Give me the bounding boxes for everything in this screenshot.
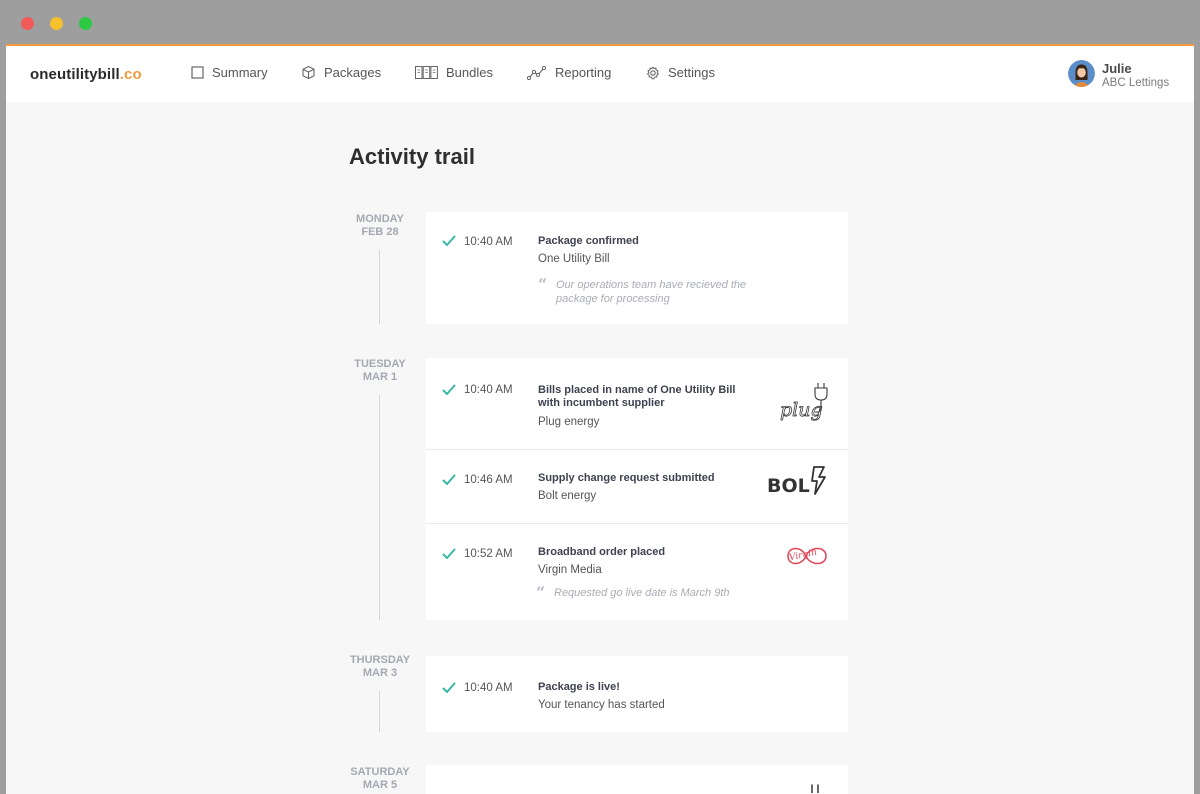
bolt-logo-icon: BOL <box>766 466 828 503</box>
entry-title: Package is live! <box>538 681 620 693</box>
day-weekday: SATURDAY <box>350 766 410 778</box>
nav-packages-label: Packages <box>324 65 382 80</box>
nav-summary-label: Summary <box>212 65 268 80</box>
entry-subtitle: Plug energy <box>538 416 600 428</box>
window-titlebar <box>6 0 1194 44</box>
activity-entry[interactable]: 10:52 AM Broadband order placed Virgin M… <box>426 524 848 620</box>
entry-title: Supply change request submitted <box>538 472 715 484</box>
plug-logo-icon: plug <box>778 380 828 429</box>
entry-time: 10:46 AM <box>464 474 513 486</box>
check-icon <box>442 384 456 395</box>
check-icon <box>442 474 456 485</box>
maximize-window-button[interactable] <box>79 17 92 30</box>
svg-text:BOL: BOL <box>767 475 810 497</box>
virgin-media-logo-icon: Virgin <box>782 540 830 577</box>
quote-icon: “ <box>538 275 548 294</box>
nav-reporting[interactable]: Reporting <box>527 65 611 80</box>
close-window-button[interactable] <box>21 17 34 30</box>
app-window: oneutilitybill.co Summary Packages Bundl… <box>6 0 1194 794</box>
nav-settings-label: Settings <box>668 65 715 80</box>
svg-text:plug: plug <box>780 399 823 421</box>
entry-subtitle: Virgin Media <box>538 564 602 576</box>
gear-icon <box>647 66 659 79</box>
entry-time: 10:40 AM <box>464 384 513 396</box>
entry-note: Requested go live date is March 9th <box>554 587 730 599</box>
page-title: Activity trail <box>349 144 475 169</box>
day-date: FEB 28 <box>361 226 399 238</box>
activity-card: 10:40 AM Package is live! Your tenancy h… <box>426 656 848 732</box>
bundles-icon <box>415 66 438 79</box>
entry-note: Our operations team have recieved the pa… <box>556 279 747 305</box>
timeline-line <box>379 395 380 620</box>
square-icon <box>191 66 204 79</box>
activity-card <box>426 765 848 794</box>
nav-packages[interactable]: Packages <box>301 65 381 80</box>
entry-title: Package confirmed <box>538 235 639 247</box>
day-label: MONDAY FEB 28 <box>343 213 417 239</box>
day-label: SATURDAY MAR 5 <box>343 766 417 792</box>
entry-time: 10:52 AM <box>464 548 513 560</box>
entry-title: Bills placed in name of One Utility Bill… <box>538 384 736 409</box>
entry-title: Broadband order placed <box>538 546 666 558</box>
timeline-line <box>379 691 380 732</box>
nav-bundles-label: Bundles <box>446 65 493 80</box>
quote-icon: “ <box>536 583 546 602</box>
day-date: MAR 5 <box>362 779 398 791</box>
day-weekday: THURSDAY <box>349 654 411 666</box>
day-date: MAR 3 <box>362 667 398 679</box>
supplier-logo-icon <box>811 784 819 793</box>
nav-summary[interactable]: Summary <box>191 65 268 80</box>
day-label: THURSDAY MAR 3 <box>343 654 417 680</box>
chart-line-icon <box>527 65 547 80</box>
nav-bundles[interactable]: Bundles <box>415 65 493 80</box>
activity-card: 10:40 AM Package confirmed One Utility B… <box>426 212 848 324</box>
entry-subtitle: Your tenancy has started <box>538 699 665 711</box>
entry-time: 10:40 AM <box>464 682 513 694</box>
activity-entry[interactable]: 10:40 AM Bills placed in name of One Uti… <box>426 358 848 449</box>
brand-tld: .co <box>119 66 142 83</box>
user-organization: ABC Lettings <box>1102 77 1170 89</box>
timeline-line <box>379 250 380 324</box>
day-weekday: TUESDAY <box>354 358 406 370</box>
minimize-window-button[interactable] <box>50 17 63 30</box>
brand-name: oneutilitybill <box>30 66 120 83</box>
top-navbar: oneutilitybill.co Summary Packages Bundl… <box>6 44 1194 102</box>
nav-settings[interactable]: Settings <box>646 65 715 80</box>
entry-subtitle: Bolt energy <box>538 490 597 502</box>
activity-entry[interactable]: 10:40 AM Package is live! Your tenancy h… <box>426 656 848 732</box>
entry-subtitle: One Utility Bill <box>538 253 610 265</box>
check-icon <box>442 682 456 693</box>
entry-time: 10:40 AM <box>464 236 513 248</box>
day-date: MAR 1 <box>362 371 398 383</box>
activity-card: 10:40 AM Bills placed in name of One Uti… <box>426 358 848 620</box>
activity-entry[interactable]: 10:46 AM Supply change request submitted… <box>426 450 848 523</box>
nav-reporting-label: Reporting <box>555 65 612 80</box>
day-label: TUESDAY MAR 1 <box>343 358 417 384</box>
brand-logo[interactable]: oneutilitybill.co <box>30 66 142 83</box>
avatar[interactable] <box>1068 60 1095 87</box>
day-weekday: MONDAY <box>356 213 404 225</box>
activity-entry[interactable]: 10:40 AM Package confirmed One Utility B… <box>426 212 848 324</box>
check-icon <box>442 235 456 246</box>
box-icon <box>302 65 315 80</box>
check-icon <box>442 548 456 559</box>
user-name: Julie <box>1102 61 1132 76</box>
